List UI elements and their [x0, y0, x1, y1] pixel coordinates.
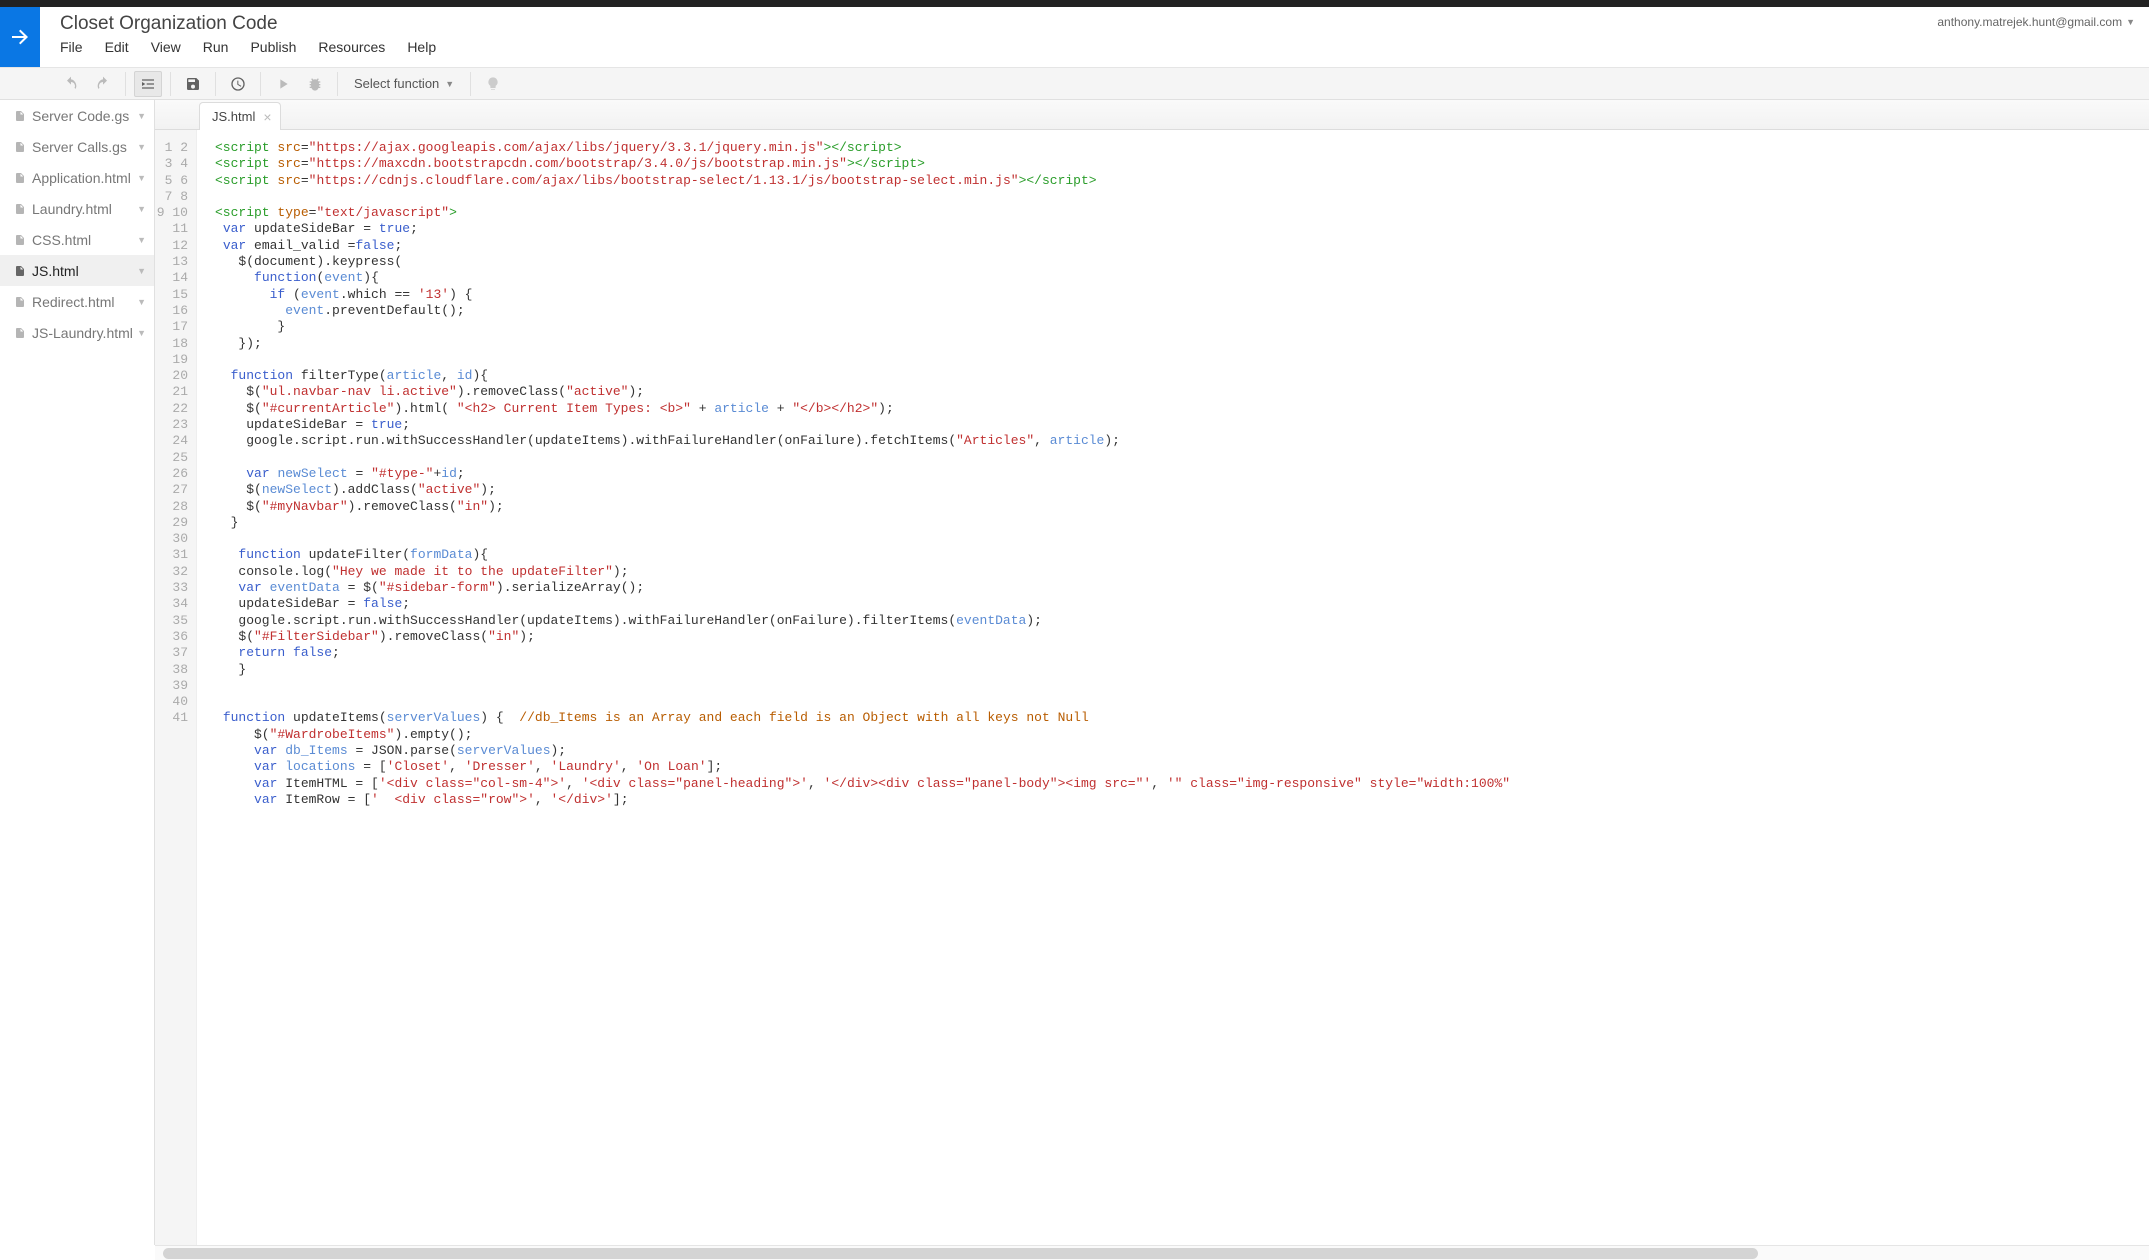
redo-button[interactable]: [89, 71, 117, 97]
undo-icon: [63, 76, 79, 92]
caret-down-icon[interactable]: ▼: [137, 142, 146, 152]
browser-chrome-strip: [0, 0, 2149, 7]
file-label: CSS.html: [32, 232, 91, 248]
menu-edit[interactable]: Edit: [105, 39, 129, 55]
sidebar-file[interactable]: JS.html ▼: [0, 255, 154, 286]
user-email-text: anthony.matrejek.hunt@gmail.com: [1937, 15, 2122, 29]
undo-button[interactable]: [57, 71, 85, 97]
caret-down-icon[interactable]: ▼: [137, 204, 146, 214]
triggers-button[interactable]: [224, 71, 252, 97]
indent-icon: [140, 76, 156, 92]
function-selector-label: Select function: [354, 76, 439, 91]
sidebar-file[interactable]: JS-Laundry.html ▼: [0, 317, 154, 348]
save-icon: [185, 76, 201, 92]
sidebar-file[interactable]: Server Code.gs ▼: [0, 100, 154, 131]
debug-button[interactable]: [301, 71, 329, 97]
project-title[interactable]: Closet Organization Code: [60, 13, 436, 35]
horizontal-scrollbar[interactable]: [155, 1245, 2149, 1260]
menu-publish[interactable]: Publish: [250, 39, 296, 55]
file-label: Redirect.html: [32, 294, 114, 310]
bug-icon: [307, 76, 323, 92]
menu-file[interactable]: File: [60, 39, 83, 55]
caret-down-icon[interactable]: ▼: [137, 111, 146, 121]
code-editor[interactable]: 1 2 3 4 5 6 7 8 9 10 11 12 13 14 15 16 1…: [155, 130, 2149, 1245]
caret-down-icon[interactable]: ▼: [137, 266, 146, 276]
play-icon: [275, 76, 291, 92]
menubar: File Edit View Run Publish Resources Help: [60, 39, 436, 55]
lightbulb-icon: [485, 76, 501, 92]
sidebar-file[interactable]: Redirect.html ▼: [0, 286, 154, 317]
sidebar-file[interactable]: Laundry.html ▼: [0, 193, 154, 224]
toolbar: Select function ▼: [0, 67, 2149, 100]
caret-down-icon: ▼: [445, 79, 454, 89]
indent-button[interactable]: [134, 71, 162, 97]
file-sidebar: Server Code.gs▼Server Calls.gs▼Applicati…: [0, 100, 155, 1245]
caret-down-icon: ▼: [2126, 17, 2135, 27]
light-bulb-button[interactable]: [479, 71, 507, 97]
header: Closet Organization Code File Edit View Run…: [0, 7, 2149, 67]
apps-script-logo[interactable]: [0, 7, 40, 67]
file-label: Laundry.html: [32, 201, 112, 217]
file-label: Application.html: [32, 170, 131, 186]
file-label: Server Code.gs: [32, 108, 129, 124]
menu-resources[interactable]: Resources: [318, 39, 385, 55]
caret-down-icon[interactable]: ▼: [137, 328, 146, 338]
file-label: Server Calls.gs: [32, 139, 127, 155]
caret-down-icon[interactable]: ▼: [137, 235, 146, 245]
caret-down-icon[interactable]: ▼: [137, 173, 146, 183]
editor-area: JS.html × 1 2 3 4 5 6 7 8 9 10 11 12 13 …: [155, 100, 2149, 1245]
caret-down-icon[interactable]: ▼: [137, 297, 146, 307]
close-icon[interactable]: ×: [263, 109, 271, 125]
sidebar-file[interactable]: Server Calls.gs ▼: [0, 131, 154, 162]
menu-view[interactable]: View: [151, 39, 181, 55]
run-button[interactable]: [269, 71, 297, 97]
save-button[interactable]: [179, 71, 207, 97]
scrollbar-thumb[interactable]: [163, 1248, 1758, 1259]
menu-help[interactable]: Help: [407, 39, 436, 55]
file-tab-label: JS.html: [212, 109, 255, 124]
file-tab-active[interactable]: JS.html ×: [199, 102, 281, 130]
file-label: JS-Laundry.html: [32, 325, 133, 341]
gutter: 1 2 3 4 5 6 7 8 9 10 11 12 13 14 15 16 1…: [155, 130, 197, 1245]
arrow-right-icon: [8, 25, 32, 49]
sidebar-file[interactable]: Application.html ▼: [0, 162, 154, 193]
redo-icon: [95, 76, 111, 92]
file-label: JS.html: [32, 263, 79, 279]
clock-icon: [230, 76, 246, 92]
menu-run[interactable]: Run: [203, 39, 229, 55]
sidebar-file[interactable]: CSS.html ▼: [0, 224, 154, 255]
account-switcher[interactable]: anthony.matrejek.hunt@gmail.com ▼: [1937, 15, 2135, 29]
function-selector[interactable]: Select function ▼: [344, 71, 464, 97]
tab-bar: JS.html ×: [155, 100, 2149, 130]
